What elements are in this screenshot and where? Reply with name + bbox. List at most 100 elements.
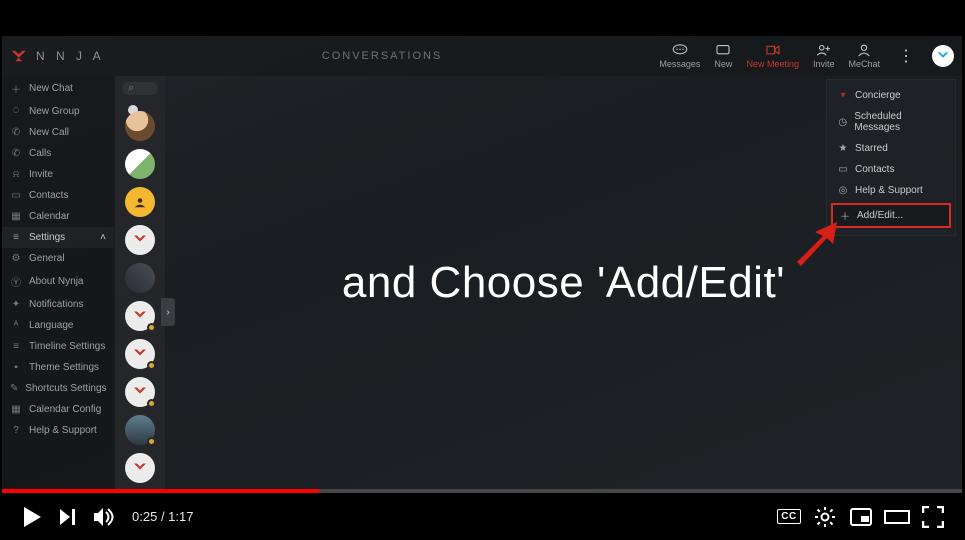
left-sidebar: ＋New Chat ⍥New Group ✆New Call ✆Calls ⍾I…: [2, 76, 115, 489]
bell-icon: ✦: [10, 299, 22, 310]
profile-avatar-button[interactable]: [932, 45, 954, 67]
sidebar-settings-header[interactable]: ≡Settings˄: [2, 227, 114, 248]
language-icon: ᴬ: [10, 320, 22, 331]
conversation-avatar[interactable]: [125, 415, 155, 445]
dropdown-item-concierge[interactable]: ▾Concierge: [827, 85, 955, 106]
conversation-rail: ⌕ ›: [115, 76, 165, 489]
settings-icon: ≡: [10, 232, 22, 243]
calendar-icon: ▦: [10, 211, 22, 222]
sidebar-item-new-group[interactable]: ⍥New Group: [2, 101, 114, 122]
tutorial-caption: and Choose 'Add/Edit': [342, 258, 785, 308]
phone-icon: ✆: [10, 127, 22, 138]
sidebar-item-help[interactable]: ?Help & Support: [2, 420, 114, 441]
conversation-avatar[interactable]: [125, 339, 155, 369]
dropdown-item-scheduled[interactable]: ◷Scheduled Messages: [827, 106, 955, 138]
contacts-icon: ▭: [10, 190, 22, 201]
dropdown-item-starred[interactable]: ★Starred: [827, 138, 955, 159]
mechat-label: MeChat: [848, 59, 880, 69]
sidebar-item-new-chat[interactable]: ＋New Chat: [2, 76, 114, 101]
sidebar-item-about[interactable]: ⓎAbout Nynja: [2, 269, 114, 294]
conversation-avatar[interactable]: [125, 187, 155, 217]
new-meeting-label: New Meeting: [746, 59, 799, 69]
app-header: N N J A CONVERSATIONS Messages New New M…: [2, 36, 962, 76]
sidebar-item-language[interactable]: ᴬLanguage: [2, 315, 114, 336]
concierge-dropdown: ▾Concierge ◷Scheduled Messages ★Starred …: [826, 79, 956, 236]
conversation-avatar[interactable]: [125, 453, 155, 483]
logo-icon: ▾: [837, 90, 849, 101]
chevron-up-icon: ˄: [100, 232, 106, 243]
more-menu-button[interactable]: ⋮: [894, 46, 918, 66]
help-icon: ◎: [837, 185, 849, 196]
calendar-icon: ▦: [10, 404, 22, 415]
conversation-avatar[interactable]: [125, 377, 155, 407]
rail-search[interactable]: ⌕: [122, 82, 158, 95]
presence-indicator: [147, 437, 156, 446]
dropdown-item-help[interactable]: ◎Help & Support: [827, 180, 955, 201]
new-label: New: [714, 59, 732, 69]
conversation-avatar[interactable]: [125, 149, 155, 179]
invite-button[interactable]: Invite: [813, 43, 835, 69]
contacts-icon: ▭: [837, 164, 849, 175]
mechat-button[interactable]: MeChat: [848, 43, 880, 69]
sidebar-item-calls[interactable]: ✆Calls: [2, 143, 114, 164]
messages-label: Messages: [659, 59, 700, 69]
dropdown-item-add-edit[interactable]: ＋Add/Edit...: [831, 203, 951, 228]
star-icon: ★: [837, 143, 849, 154]
presence-indicator: [147, 399, 156, 408]
conversation-avatar[interactable]: [125, 225, 155, 255]
time-display: 0:25 / 1:17: [132, 509, 193, 524]
next-button[interactable]: [50, 499, 86, 535]
plus-icon: ＋: [839, 208, 851, 223]
fullscreen-button[interactable]: [915, 499, 951, 535]
invite-icon: ⍾: [10, 169, 22, 180]
header-actions: Messages New New Meeting Invite MeChat ⋮: [659, 43, 954, 69]
sidebar-item-notifications[interactable]: ✦Notifications: [2, 294, 114, 315]
dropdown-item-contacts[interactable]: ▭Contacts: [827, 159, 955, 180]
conversation-avatar[interactable]: [125, 263, 155, 293]
phone-icon: ✆: [10, 148, 22, 159]
main-canvas: and Choose 'Add/Edit' ▾Concierge ◷Schedu…: [165, 76, 962, 489]
play-button[interactable]: [14, 499, 50, 535]
clock-icon: ◷: [837, 117, 848, 128]
help-icon: ?: [10, 425, 22, 436]
total-time: 1:17: [168, 509, 193, 524]
miniplayer-button[interactable]: [843, 499, 879, 535]
sidebar-item-calendar-config[interactable]: ▦Calendar Config: [2, 399, 114, 420]
volume-button[interactable]: [86, 499, 122, 535]
theater-button[interactable]: [879, 499, 915, 535]
conversation-avatar[interactable]: [125, 111, 155, 141]
conversation-avatar[interactable]: [125, 301, 155, 331]
captions-button[interactable]: CC: [771, 499, 807, 535]
new-meeting-button[interactable]: New Meeting: [746, 43, 799, 69]
logo-icon: [10, 49, 28, 63]
app-body: ＋New Chat ⍥New Group ✆New Call ✆Calls ⍾I…: [2, 76, 962, 489]
new-button[interactable]: New: [714, 43, 732, 69]
sidebar-item-shortcuts[interactable]: ✎Shortcuts Settings: [2, 378, 114, 399]
video-content: N N J A CONVERSATIONS Messages New New M…: [2, 36, 962, 489]
messages-button[interactable]: Messages: [659, 43, 700, 69]
sidebar-item-invite[interactable]: ⍾Invite: [2, 164, 114, 185]
invite-label: Invite: [813, 59, 835, 69]
theme-icon: ▪: [10, 362, 22, 373]
app-logo[interactable]: N N J A: [10, 49, 105, 63]
sidebar-item-new-call[interactable]: ✆New Call: [2, 122, 114, 143]
presence-indicator: [147, 361, 156, 370]
player-controls: 0:25 / 1:17 CC: [0, 493, 965, 540]
cc-icon: CC: [777, 509, 800, 524]
current-time: 0:25: [132, 509, 157, 524]
shortcuts-icon: ✎: [10, 383, 18, 394]
timeline-icon: ≡: [10, 341, 22, 352]
settings-button[interactable]: [807, 499, 843, 535]
gear-icon: ⚙: [10, 253, 22, 264]
sidebar-item-general[interactable]: ⚙General: [2, 248, 114, 269]
sidebar-item-theme[interactable]: ▪Theme Settings: [2, 357, 114, 378]
app-wordmark: N N J A: [36, 49, 105, 63]
header-title: CONVERSATIONS: [105, 50, 660, 62]
plus-icon: ＋: [10, 81, 22, 96]
group-icon: ⍥: [10, 106, 22, 117]
sidebar-item-calendar[interactable]: ▦Calendar: [2, 206, 114, 227]
presence-indicator: [147, 323, 156, 332]
tutorial-arrow-icon: [793, 222, 837, 266]
sidebar-item-contacts[interactable]: ▭Contacts: [2, 185, 114, 206]
sidebar-item-timeline[interactable]: ≡Timeline Settings: [2, 336, 114, 357]
